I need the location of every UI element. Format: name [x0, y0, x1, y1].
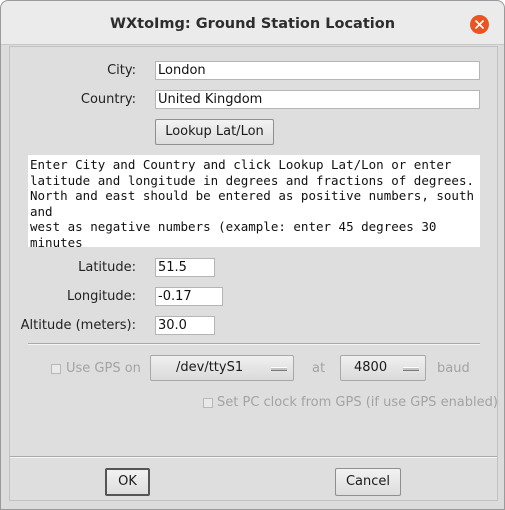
close-icon: [475, 20, 484, 29]
baud-label: baud: [437, 361, 470, 376]
latitude-field[interactable]: 51.5: [155, 258, 215, 277]
latitude-label: Latitude:: [78, 260, 136, 275]
country-field[interactable]: United Kingdom: [155, 90, 480, 109]
at-label: at: [312, 361, 326, 376]
close-button[interactable]: [470, 15, 489, 34]
instructions-text: Enter City and Country and click Lookup …: [28, 155, 480, 247]
title-bar[interactable]: WXtoImg: Ground Station Location: [1, 1, 504, 45]
city-field[interactable]: London: [155, 61, 480, 80]
footer-divider: [10, 456, 497, 458]
baud-dropdown[interactable]: 4800: [340, 355, 426, 381]
use-gps-checkbox[interactable]: [51, 364, 61, 374]
gps-port-dropdown[interactable]: /dev/ttyS1: [150, 355, 294, 381]
longitude-field[interactable]: -0.17: [155, 287, 223, 306]
dialog-window: WXtoImg: Ground Station Location City: L…: [0, 0, 505, 510]
set-pc-clock-checkbox[interactable]: [203, 398, 213, 408]
use-gps-label: Use GPS on: [66, 361, 141, 376]
city-label: City:: [107, 63, 136, 78]
baud-value: 4800: [354, 360, 388, 375]
longitude-label: Longitude:: [66, 289, 136, 304]
lookup-latlon-button[interactable]: Lookup Lat/Lon: [155, 119, 274, 145]
country-label: Country:: [80, 92, 136, 107]
window-title: WXtoImg: Ground Station Location: [109, 16, 396, 32]
dropdown-grip-icon: [403, 367, 419, 371]
section-divider: [28, 343, 480, 345]
set-pc-clock-label: Set PC clock from GPS (if use GPS enable…: [217, 395, 498, 410]
cancel-button[interactable]: Cancel: [335, 468, 401, 496]
gps-port-value: /dev/ttyS1: [176, 360, 244, 375]
altitude-field[interactable]: 30.0: [155, 316, 215, 335]
altitude-label: Altitude (meters):: [20, 318, 136, 333]
ok-button[interactable]: OK: [105, 468, 150, 496]
dialog-content: City: London Country: United Kingdom Loo…: [9, 46, 498, 501]
dropdown-grip-icon: [271, 367, 287, 371]
